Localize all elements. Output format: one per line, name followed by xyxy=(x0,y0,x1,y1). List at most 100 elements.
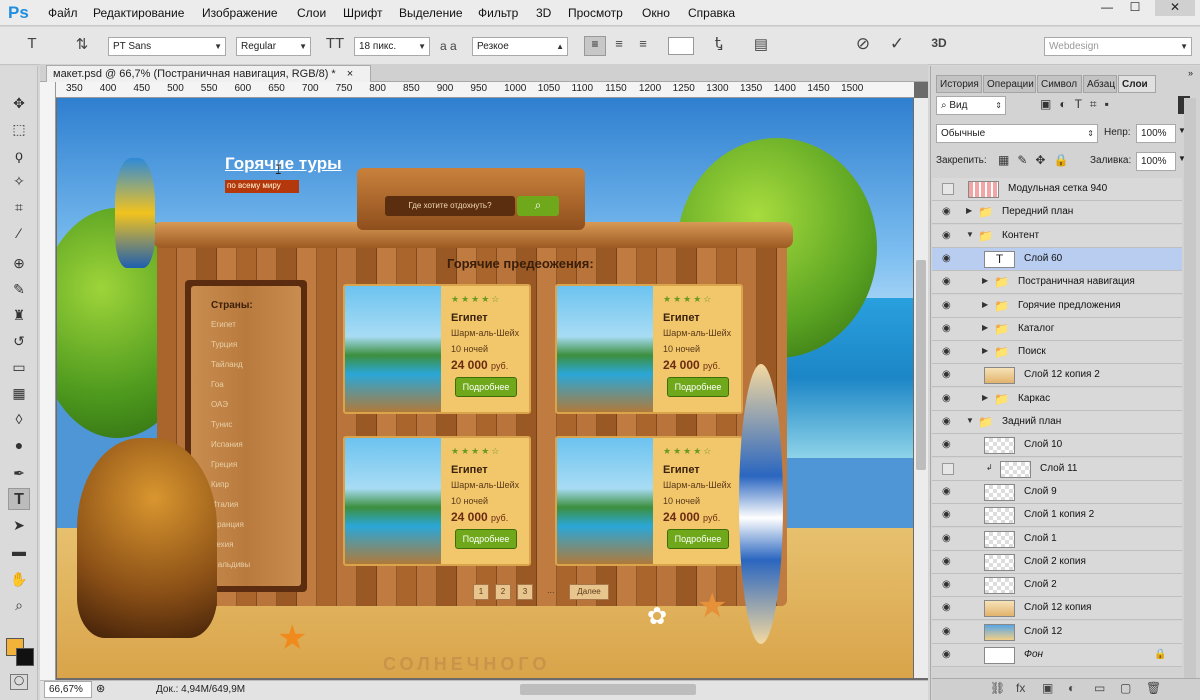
page-1-button[interactable]: 1 xyxy=(473,584,489,600)
cancel-icon[interactable]: ⊘ xyxy=(852,34,874,54)
move-tool-icon[interactable]: ✥ xyxy=(8,92,30,114)
path-selection-tool-icon[interactable]: ➤ xyxy=(8,514,30,536)
layer-row[interactable]: ◉ ▶ 📁 Каркас xyxy=(932,387,1182,411)
expand-triangle-icon[interactable]: ▶ xyxy=(966,206,972,215)
visibility-off-box[interactable] xyxy=(942,462,954,475)
panel-collapse-icon[interactable]: » xyxy=(1188,68,1193,78)
hand-tool-icon[interactable]: ✋ xyxy=(8,568,30,590)
document-tab[interactable]: макет.psd @ 66,7% (Постраничная навигаци… xyxy=(46,65,371,82)
align-right-button[interactable]: ≡ xyxy=(632,36,654,51)
visibility-eye-icon[interactable]: ◉ xyxy=(942,416,951,427)
magic-wand-tool-icon[interactable]: ✧ xyxy=(8,170,30,192)
search-input[interactable]: Где хотите отдохнуть? xyxy=(385,196,515,216)
new-layer-icon[interactable]: ▢ xyxy=(1120,681,1131,695)
workspace-select[interactable]: Webdesign ▼ xyxy=(1044,37,1192,56)
stamp-tool-icon[interactable]: ♜ xyxy=(8,304,30,326)
close-window-button[interactable]: ✕ xyxy=(1155,0,1195,16)
layer-row[interactable]: ◉ ▶ 📁 Горячие предложения xyxy=(932,294,1182,318)
layer-row[interactable]: ↲ Слой 11 xyxy=(932,457,1182,481)
commit-check-icon[interactable]: ✓ xyxy=(886,34,908,54)
menu-item-6[interactable]: Фильтр xyxy=(478,6,518,20)
offer-card[interactable]: ★★★★☆ Египет Шарм-аль-Шейх 10 ночей 24 000 р… xyxy=(555,436,743,566)
layer-row[interactable]: ◉ ▶ 📁 Постраничная навигация xyxy=(932,271,1182,295)
menu-item-1[interactable]: Редактирование xyxy=(93,6,184,20)
maximize-button[interactable]: ☐ xyxy=(1120,0,1150,16)
antialias-select[interactable]: Резкое ▲ xyxy=(472,37,568,56)
offer-card[interactable]: ★★★★☆ Египет Шарм-аль-Шейх 10 ночей 24 000 р… xyxy=(343,284,531,414)
marquee-tool-icon[interactable]: ⬚ xyxy=(8,118,30,140)
next-page-button[interactable]: Далее xyxy=(569,584,609,600)
country-link[interactable]: Гоа xyxy=(211,380,224,389)
layers-scrollbar[interactable] xyxy=(1184,98,1196,678)
menu-item-2[interactable]: Изображение xyxy=(202,6,278,20)
warp-text-icon[interactable]: Ꮏ xyxy=(708,35,730,52)
link-icon[interactable]: ⛓ xyxy=(990,681,1005,695)
quick-mask-icon[interactable]: ◯ xyxy=(10,674,28,690)
country-link[interactable]: Тайланд xyxy=(211,360,243,369)
dodge-tool-icon[interactable]: ● xyxy=(8,434,30,456)
search-icon[interactable]: ⌕ xyxy=(517,196,559,216)
panel-tab-2[interactable]: Символ xyxy=(1037,75,1082,93)
panel-tab-3[interactable]: Абзац xyxy=(1083,75,1117,93)
details-button[interactable]: Подробнее xyxy=(455,529,517,549)
healing-tool-icon[interactable]: ⊕ xyxy=(8,252,30,274)
visibility-eye-icon[interactable]: ◉ xyxy=(942,649,951,660)
layer-filter-select[interactable]: ⌕ Вид ⇕ xyxy=(936,96,1006,115)
visibility-eye-icon[interactable]: ◉ xyxy=(942,579,951,590)
layer-row[interactable]: ◉ Слой 12 копия 2 xyxy=(932,364,1182,388)
zoom-tool-icon[interactable]: ⌕ xyxy=(8,594,30,616)
blur-tool-icon[interactable]: ◊ xyxy=(8,408,30,430)
zoom-field[interactable]: 66,67% xyxy=(44,681,92,698)
expand-triangle-icon[interactable]: ▶ xyxy=(982,346,988,355)
font-size-select[interactable]: 18 пикс. ▼ xyxy=(354,37,430,56)
opacity-field[interactable]: 100% xyxy=(1136,124,1176,143)
layer-row[interactable]: ◉ ▼ 📁 Задний план xyxy=(932,411,1182,434)
visibility-eye-icon[interactable]: ◉ xyxy=(942,486,951,497)
layer-row[interactable]: ◉ T Слой 60 xyxy=(932,247,1182,271)
layer-filter-icons[interactable]: ▣◐T⌗▪ xyxy=(1040,97,1117,112)
background-color-swatch[interactable] xyxy=(16,648,34,666)
panel-tab-4[interactable]: Слои xyxy=(1118,75,1156,93)
canvas[interactable]: Где хотите отдохнуть? ⌕ Горячие туры по … xyxy=(57,98,913,678)
3d-icon[interactable]: 3D xyxy=(928,36,950,50)
visibility-eye-icon[interactable]: ◉ xyxy=(942,602,951,613)
country-link[interactable]: Греция xyxy=(211,460,237,469)
country-link[interactable]: ОАЭ xyxy=(211,400,228,409)
expand-triangle-icon[interactable]: ▶ xyxy=(982,300,988,309)
text-color-swatch[interactable] xyxy=(668,37,694,55)
country-link[interactable]: Кипр xyxy=(211,480,229,489)
visibility-eye-icon[interactable]: ◉ xyxy=(942,509,951,520)
visibility-eye-icon[interactable]: ◉ xyxy=(942,230,951,241)
layer-row[interactable]: ◉ ▶ 📁 Передний план xyxy=(932,201,1182,225)
scroll-thumb[interactable] xyxy=(916,260,926,470)
layer-row[interactable]: ◉ Слой 10 xyxy=(932,434,1182,458)
country-link[interactable]: Тунис xyxy=(211,420,232,429)
character-panel-icon[interactable]: ▤ xyxy=(750,35,772,53)
menu-item-0[interactable]: Файл xyxy=(48,6,78,20)
eraser-tool-icon[interactable]: ▭ xyxy=(8,356,30,378)
page-3-button[interactable]: 3 xyxy=(517,584,533,600)
expand-triangle-icon[interactable]: ▶ xyxy=(982,323,988,332)
blend-mode-select[interactable]: Обычные ⇕ xyxy=(936,124,1098,143)
country-link[interactable]: Египет xyxy=(211,320,236,329)
fx-icon[interactable]: fx xyxy=(1016,681,1025,695)
visibility-eye-icon[interactable]: ◉ xyxy=(942,439,951,450)
align-left-button[interactable]: ≡ xyxy=(584,36,606,56)
fill-field[interactable]: 100% xyxy=(1136,152,1176,171)
font-family-select[interactable]: PT Sans ▼ xyxy=(108,37,226,56)
gradient-tool-icon[interactable]: ▦ xyxy=(8,382,30,404)
visibility-eye-icon[interactable]: ◉ xyxy=(942,369,951,380)
text-orientation-icon[interactable]: ⇅ xyxy=(72,35,92,53)
align-center-button[interactable]: ≡ xyxy=(608,36,630,51)
country-link[interactable]: Турция xyxy=(211,340,237,349)
menu-item-9[interactable]: Окно xyxy=(642,6,670,20)
country-link[interactable]: Испания xyxy=(211,440,243,449)
layer-row[interactable]: ◉ Слой 2 xyxy=(932,574,1182,598)
expand-triangle-icon[interactable]: ▼ xyxy=(966,230,974,239)
visibility-eye-icon[interactable]: ◉ xyxy=(942,323,951,334)
visibility-eye-icon[interactable]: ◉ xyxy=(942,346,951,357)
adjustment-icon[interactable]: ◐ xyxy=(1068,681,1075,695)
menu-item-8[interactable]: Просмотр xyxy=(568,6,623,20)
shape-tool-icon[interactable]: ▬ xyxy=(8,540,30,562)
details-button[interactable]: Подробнее xyxy=(667,529,729,549)
